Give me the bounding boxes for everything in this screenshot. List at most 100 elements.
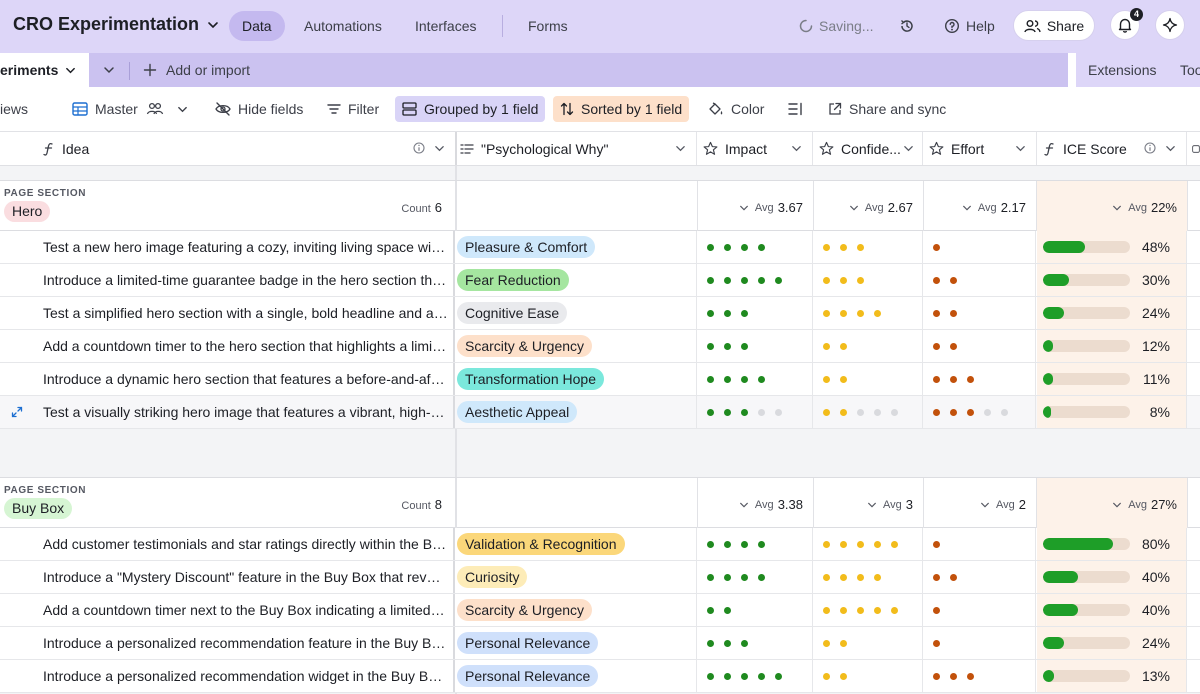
- confidence-rating[interactable]: [823, 561, 891, 593]
- cell-confidence[interactable]: [813, 627, 923, 659]
- info-icon[interactable]: [413, 142, 425, 154]
- cell-idea[interactable]: Introduce a dynamic hero section that fe…: [0, 363, 455, 395]
- cell-confidence[interactable]: [813, 330, 923, 362]
- sort-button[interactable]: Sorted by 1 field: [553, 96, 690, 122]
- table-row[interactable]: Add a countdown timer next to the Buy Bo…: [0, 594, 1200, 627]
- avg-ice-score-summary[interactable]: Avg 27%: [1037, 496, 1177, 514]
- cell-impact[interactable]: [697, 627, 813, 659]
- cell-effort[interactable]: [923, 264, 1036, 296]
- avg-ice-score-summary[interactable]: Avg 22%: [1037, 199, 1177, 217]
- cell-psychological-why[interactable]: Transformation Hope: [457, 363, 697, 395]
- cell-next-field[interactable]: [1187, 363, 1200, 395]
- impact-rating[interactable]: [707, 231, 775, 263]
- column-header-impact[interactable]: Impact: [697, 132, 813, 165]
- column-header-psychological-why[interactable]: "Psychological Why": [457, 132, 697, 165]
- nav-tab-automations[interactable]: Automations: [291, 11, 395, 41]
- cell-confidence[interactable]: [813, 363, 923, 395]
- cell-effort[interactable]: [923, 528, 1036, 560]
- cell-idea[interactable]: Introduce a limited-time guarantee badge…: [0, 264, 455, 296]
- cell-effort[interactable]: [923, 363, 1036, 395]
- column-header-next[interactable]: [1187, 132, 1200, 165]
- cell-ice-score[interactable]: 12%: [1037, 330, 1187, 362]
- effort-rating[interactable]: [933, 363, 984, 395]
- color-button[interactable]: Color: [701, 96, 771, 122]
- cell-confidence[interactable]: [813, 594, 923, 626]
- table-row[interactable]: Introduce a dynamic hero section that fe…: [0, 363, 1200, 396]
- cell-confidence[interactable]: [813, 660, 923, 692]
- chevron-down-icon[interactable]: [962, 203, 972, 213]
- cell-effort[interactable]: [923, 627, 1036, 659]
- table-row[interactable]: Introduce a personalized recommendation …: [0, 627, 1200, 660]
- cell-impact[interactable]: [697, 330, 813, 362]
- confidence-rating[interactable]: [823, 660, 857, 692]
- cell-idea[interactable]: Test a visually striking hero image that…: [0, 396, 455, 428]
- info-icon[interactable]: [1144, 142, 1156, 154]
- cell-impact[interactable]: [697, 363, 813, 395]
- ai-assistant-button[interactable]: [1155, 10, 1185, 40]
- table-row[interactable]: Add a countdown timer to the hero sectio…: [0, 330, 1200, 363]
- impact-rating[interactable]: [707, 264, 792, 296]
- cell-idea[interactable]: Test a simplified hero section with a si…: [0, 297, 455, 329]
- impact-rating[interactable]: [707, 528, 775, 560]
- effort-rating[interactable]: [933, 660, 984, 692]
- effort-rating[interactable]: [933, 330, 967, 362]
- cell-psychological-why[interactable]: Personal Relevance: [457, 627, 697, 659]
- column-header-confidence[interactable]: Confide...: [813, 132, 923, 165]
- cell-next-field[interactable]: [1187, 396, 1200, 428]
- confidence-rating[interactable]: [823, 231, 874, 263]
- cell-ice-score[interactable]: 40%: [1037, 594, 1187, 626]
- cell-idea[interactable]: Introduce a "Mystery Discount" feature i…: [0, 561, 455, 593]
- cell-ice-score[interactable]: 48%: [1037, 231, 1187, 263]
- confidence-rating[interactable]: [823, 264, 874, 296]
- confidence-rating[interactable]: [823, 528, 908, 560]
- confidence-rating[interactable]: [823, 363, 857, 395]
- avg-confidence-summary[interactable]: Avg 2.67: [813, 199, 913, 217]
- view-switcher[interactable]: Master: [65, 96, 202, 122]
- chevron-down-icon[interactable]: [980, 500, 990, 510]
- cell-next-field[interactable]: [1187, 264, 1200, 296]
- cell-psychological-why[interactable]: Pleasure & Comfort: [457, 231, 697, 263]
- chevron-down-icon[interactable]: [903, 143, 914, 154]
- cell-ice-score[interactable]: 30%: [1037, 264, 1187, 296]
- table-row[interactable]: Test a visually striking hero image that…: [0, 396, 1200, 429]
- help-button[interactable]: Help: [944, 15, 995, 37]
- cell-ice-score[interactable]: 24%: [1037, 627, 1187, 659]
- cell-effort[interactable]: [923, 297, 1036, 329]
- cell-psychological-why[interactable]: Personal Relevance: [457, 660, 697, 692]
- chevron-down-icon[interactable]: [1112, 500, 1122, 510]
- cell-idea[interactable]: Introduce a personalized recommendation …: [0, 660, 455, 692]
- cell-idea[interactable]: Introduce a personalized recommendation …: [0, 627, 455, 659]
- cell-ice-score[interactable]: 24%: [1037, 297, 1187, 329]
- impact-rating[interactable]: [707, 297, 758, 329]
- history-button[interactable]: [899, 15, 921, 37]
- impact-rating[interactable]: [707, 330, 758, 362]
- impact-rating[interactable]: [707, 396, 792, 428]
- effort-rating[interactable]: [933, 396, 1018, 428]
- chevron-down-icon[interactable]: [1015, 143, 1026, 154]
- nav-tab-interfaces[interactable]: Interfaces: [402, 11, 489, 41]
- cell-idea[interactable]: Add a countdown timer next to the Buy Bo…: [0, 594, 455, 626]
- effort-rating[interactable]: [933, 528, 950, 560]
- impact-rating[interactable]: [707, 627, 758, 659]
- cell-psychological-why[interactable]: Fear Reduction: [457, 264, 697, 296]
- cell-impact[interactable]: [697, 264, 813, 296]
- impact-rating[interactable]: [707, 363, 775, 395]
- cell-idea[interactable]: Add a countdown timer to the hero sectio…: [0, 330, 455, 362]
- cell-psychological-why[interactable]: Scarcity & Urgency: [457, 594, 697, 626]
- cell-next-field[interactable]: [1187, 330, 1200, 362]
- confidence-rating[interactable]: [823, 297, 891, 329]
- cell-effort[interactable]: [923, 660, 1036, 692]
- confidence-rating[interactable]: [823, 627, 857, 659]
- group-header[interactable]: PAGE SECTION Hero Count 6 Avg 3.67 Avg 2.67 Avg 2…: [0, 181, 1200, 231]
- views-toggle[interactable]: iews: [0, 96, 35, 122]
- cell-next-field[interactable]: [1187, 231, 1200, 263]
- group-button[interactable]: Grouped by 1 field: [395, 96, 546, 122]
- table-tab-experiments[interactable]: eriments: [0, 53, 89, 87]
- cell-confidence[interactable]: [813, 561, 923, 593]
- avg-impact-summary[interactable]: Avg 3.67: [697, 199, 803, 217]
- cell-confidence[interactable]: [813, 528, 923, 560]
- cell-next-field[interactable]: [1187, 627, 1200, 659]
- share-and-sync-button[interactable]: Share and sync: [821, 96, 953, 122]
- cell-next-field[interactable]: [1187, 297, 1200, 329]
- cell-effort[interactable]: [923, 231, 1036, 263]
